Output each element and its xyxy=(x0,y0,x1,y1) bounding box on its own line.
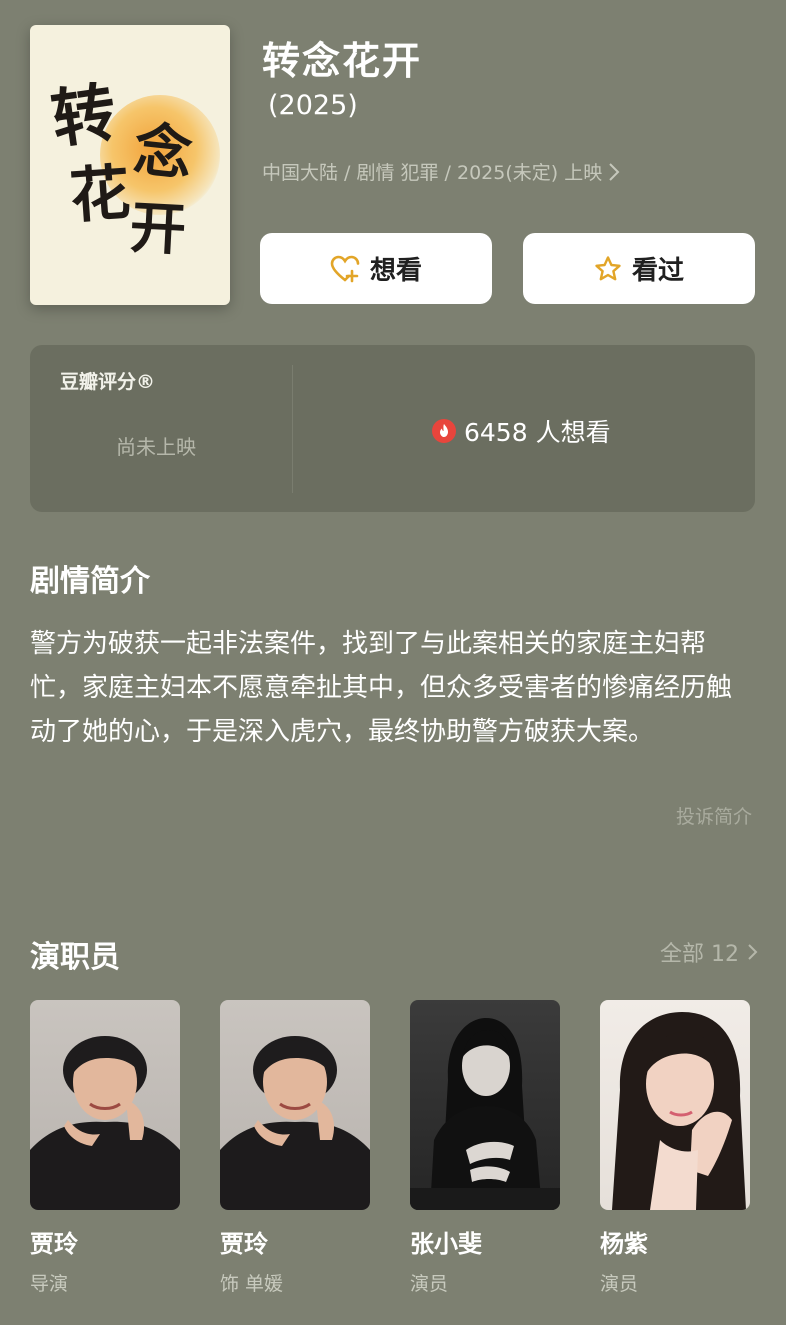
cast-name: 张小斐 xyxy=(410,1230,482,1258)
complain-synopsis-link[interactable]: 投诉简介 xyxy=(676,802,752,829)
poster-char-2: 念 xyxy=(130,115,196,189)
poster-char-4: 开 xyxy=(128,194,188,264)
cast-name: 杨紫 xyxy=(600,1230,648,1258)
cast-heading: 演职员 xyxy=(30,940,120,975)
movie-meta-text: 中国大陆 / 剧情 犯罪 / 2025(未定) 上映 xyxy=(262,162,603,184)
cast-name: 贾玲 xyxy=(30,1230,78,1258)
star-icon xyxy=(595,255,621,280)
cast-photo xyxy=(410,1000,560,1210)
movie-title: 转念花开 xyxy=(262,39,423,83)
rating-panel[interactable]: 豆瓣评分® 尚未上映 6458 人想看 xyxy=(30,345,755,512)
chevron-right-icon xyxy=(609,162,620,181)
poster-char-1: 转 xyxy=(47,74,121,159)
cast-card[interactable]: 贾玲 导演 xyxy=(30,1000,180,1296)
movie-meta[interactable]: 中国大陆 / 剧情 犯罪 / 2025(未定) 上映 xyxy=(262,158,620,185)
chevron-right-icon xyxy=(748,944,758,960)
cast-photo xyxy=(600,1000,750,1210)
poster-char-3: 花 xyxy=(67,157,133,233)
cast-name: 贾玲 xyxy=(220,1230,268,1258)
watched-label: 看过 xyxy=(631,256,684,286)
wish-count: 6458 人想看 xyxy=(432,413,611,449)
rating-divider xyxy=(292,365,293,493)
watched-button[interactable]: 看过 xyxy=(523,233,755,304)
cast-photo xyxy=(220,1000,370,1210)
cast-card[interactable]: 张小斐 演员 xyxy=(410,1000,560,1296)
cast-role: 演员 xyxy=(410,1273,449,1295)
wish-count-text: 6458 人想看 xyxy=(464,418,611,447)
synopsis-text: 警方为破获一起非法案件，找到了与此案相关的家庭主妇帮忙，家庭主妇本不愿意牵扯其中… xyxy=(30,629,733,747)
movie-poster[interactable]: 转 念 花 开 xyxy=(30,25,230,305)
cast-card[interactable]: 杨紫 演员 xyxy=(600,1000,750,1296)
synopsis-heading: 剧情简介 xyxy=(30,564,150,599)
want-to-watch-button[interactable]: 想看 xyxy=(260,233,492,304)
movie-year: (2025) xyxy=(268,90,358,121)
cast-photo xyxy=(30,1000,180,1210)
cast-card[interactable]: 贾玲 饰 单媛 xyxy=(220,1000,370,1296)
cast-role: 演员 xyxy=(600,1273,639,1295)
cast-all-label: 全部 12 xyxy=(660,942,739,967)
cast-all-link[interactable]: 全部 12 xyxy=(660,936,758,968)
heart-plus-icon xyxy=(330,255,360,282)
fire-icon xyxy=(432,419,456,443)
cast-role: 饰 单媛 xyxy=(220,1273,284,1295)
rating-status: 尚未上映 xyxy=(116,435,196,459)
want-to-watch-label: 想看 xyxy=(369,256,422,286)
cast-role: 导演 xyxy=(30,1273,69,1295)
douban-rating-label: 豆瓣评分® xyxy=(60,371,156,393)
